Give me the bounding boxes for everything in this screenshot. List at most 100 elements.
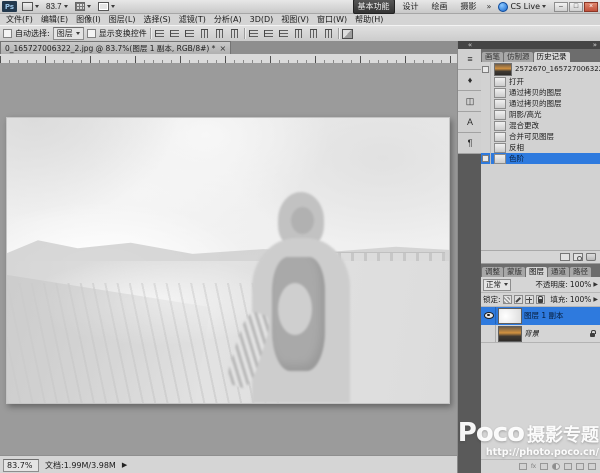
new-layer-icon[interactable] xyxy=(576,463,584,470)
workspace-photography-button[interactable]: 摄影 xyxy=(456,0,482,14)
menu-view[interactable]: 视图(V) xyxy=(277,14,313,25)
distribute-bottom-edges-button[interactable] xyxy=(278,28,290,39)
delete-layer-icon[interactable] xyxy=(588,463,596,470)
distribute-top-edges-button[interactable] xyxy=(248,28,260,39)
add-layer-mask-icon[interactable] xyxy=(540,463,548,470)
history-source-cell[interactable] xyxy=(481,142,491,153)
auto-select-dropdown[interactable]: 图层 xyxy=(53,27,84,40)
panels-collapse-button[interactable]: » xyxy=(481,41,600,49)
document-tab[interactable]: 0_165727006322_2.jpg @ 83.7%(图层 1 副本, RG… xyxy=(0,41,231,54)
close-button[interactable]: × xyxy=(584,2,598,12)
align-right-edges-button[interactable] xyxy=(229,28,241,39)
styles-panel-icon[interactable]: ♦ xyxy=(458,70,482,91)
link-layers-icon[interactable] xyxy=(519,463,527,470)
history-step-layer-via-copy-2[interactable]: 通过拷贝的图层 xyxy=(481,98,600,109)
history-step-layer-via-copy[interactable]: 通过拷贝的图层 xyxy=(481,87,600,98)
arrange-documents-button[interactable] xyxy=(20,1,41,12)
workspace-essentials-button[interactable]: 基本功能 xyxy=(353,0,395,14)
tab-layers[interactable]: 图层 xyxy=(526,267,547,277)
align-vertical-centers-button[interactable] xyxy=(169,28,181,39)
tab-adjustments[interactable]: 调整 xyxy=(482,267,503,277)
restore-button[interactable]: □ xyxy=(569,2,583,12)
lock-pixels-icon[interactable] xyxy=(514,295,523,304)
visibility-cell[interactable] xyxy=(483,307,496,324)
cs-live-button[interactable]: CS Live xyxy=(496,2,548,12)
menu-image[interactable]: 图像(I) xyxy=(72,14,105,25)
layer-row-layer1-copy[interactable]: 图层 1 副本 xyxy=(481,307,600,325)
lock-transparency-icon[interactable] xyxy=(503,295,512,304)
history-step-blend-change[interactable]: 混合更改 xyxy=(481,120,600,131)
layer-comps-panel-icon[interactable]: ◫ xyxy=(458,91,482,112)
history-snapshot-row[interactable]: 2572670_165727006322_2.jpg xyxy=(481,62,600,76)
history-source-cell[interactable] xyxy=(481,76,491,87)
blend-mode-dropdown[interactable]: 正常 xyxy=(483,279,511,291)
minimize-button[interactable]: – xyxy=(554,2,568,12)
history-source-cell[interactable] xyxy=(481,87,491,98)
opacity-arrow-icon[interactable]: ▶ xyxy=(593,281,598,288)
adjustment-layer-icon[interactable] xyxy=(552,463,560,470)
tab-history[interactable]: 历史记录 xyxy=(534,52,570,62)
lock-position-icon[interactable] xyxy=(525,295,534,304)
workspace-design-button[interactable]: 设计 xyxy=(398,0,424,14)
history-step-invert[interactable]: 反相 xyxy=(481,142,600,153)
history-source-cell[interactable] xyxy=(481,62,491,76)
history-source-cell[interactable] xyxy=(481,109,491,120)
canvas-area[interactable] xyxy=(0,64,457,455)
lock-all-icon[interactable] xyxy=(536,295,545,304)
menu-window[interactable]: 窗口(W) xyxy=(313,14,351,25)
history-step-merge-visible[interactable]: 合并可见图层 xyxy=(481,131,600,142)
horizontal-ruler[interactable] xyxy=(0,54,457,64)
layer-style-fx-icon[interactable]: fx xyxy=(531,463,536,470)
view-extras-button[interactable] xyxy=(73,1,93,12)
menu-file[interactable]: 文件(F) xyxy=(2,14,37,25)
tab-brush[interactable]: 画笔 xyxy=(482,52,503,62)
distribute-horizontal-centers-button[interactable] xyxy=(308,28,320,39)
opacity-value[interactable]: 100% xyxy=(570,280,591,289)
status-zoom-field[interactable]: 83.7% xyxy=(3,459,39,472)
menu-layer[interactable]: 图层(L) xyxy=(105,14,140,25)
fill-arrow-icon[interactable]: ▶ xyxy=(593,296,598,303)
menu-filter[interactable]: 滤镜(T) xyxy=(175,14,210,25)
auto-select-checkbox[interactable] xyxy=(3,29,12,38)
workspace-overflow-button[interactable]: » xyxy=(485,2,494,11)
new-snapshot-icon[interactable] xyxy=(573,253,583,261)
close-tab-icon[interactable]: × xyxy=(219,44,226,53)
show-transform-checkbox[interactable] xyxy=(87,29,96,38)
dock-collapse-button[interactable]: « xyxy=(458,41,482,49)
history-step-open[interactable]: 打开 xyxy=(481,76,600,87)
zoom-level-dropdown[interactable]: 83.7 xyxy=(44,1,70,12)
workspace-painting-button[interactable]: 绘画 xyxy=(427,0,453,14)
menu-analysis[interactable]: 分析(A) xyxy=(210,14,246,25)
brush-panel-icon[interactable]: ≡ xyxy=(458,49,482,70)
history-step-levels-selected[interactable]: 色阶 xyxy=(481,153,600,164)
tab-clone-source[interactable]: 仿制源 xyxy=(504,52,533,62)
tab-masks[interactable]: 蒙版 xyxy=(504,267,525,277)
align-top-edges-button[interactable] xyxy=(154,28,166,39)
delete-state-icon[interactable] xyxy=(586,253,596,261)
history-source-cell[interactable] xyxy=(481,153,491,164)
auto-align-layers-button[interactable] xyxy=(342,28,354,39)
menu-help[interactable]: 帮助(H) xyxy=(351,14,387,25)
history-step-shadows-highlights[interactable]: 阴影/高光 xyxy=(481,109,600,120)
menu-edit[interactable]: 编辑(E) xyxy=(37,14,72,25)
layer-row-background[interactable]: 背景 xyxy=(481,325,600,343)
menu-select[interactable]: 选择(S) xyxy=(139,14,174,25)
menu-3d[interactable]: 3D(D) xyxy=(246,15,278,24)
align-bottom-edges-button[interactable] xyxy=(184,28,196,39)
distribute-vertical-centers-button[interactable] xyxy=(263,28,275,39)
screen-mode-button[interactable] xyxy=(96,1,117,12)
align-left-edges-button[interactable] xyxy=(199,28,211,39)
fill-value[interactable]: 100% xyxy=(570,295,591,304)
new-document-from-state-icon[interactable] xyxy=(560,253,570,261)
align-horizontal-centers-button[interactable] xyxy=(214,28,226,39)
distribute-left-edges-button[interactable] xyxy=(293,28,305,39)
distribute-right-edges-button[interactable] xyxy=(323,28,335,39)
visibility-cell[interactable] xyxy=(483,325,496,342)
character-panel-icon[interactable]: A xyxy=(458,112,482,133)
history-source-cell[interactable] xyxy=(481,131,491,142)
new-group-icon[interactable] xyxy=(564,463,572,470)
history-source-cell[interactable] xyxy=(481,98,491,109)
history-source-cell[interactable] xyxy=(481,120,491,131)
paragraph-panel-icon[interactable]: ¶ xyxy=(458,133,482,154)
tab-channels[interactable]: 通道 xyxy=(548,267,569,277)
